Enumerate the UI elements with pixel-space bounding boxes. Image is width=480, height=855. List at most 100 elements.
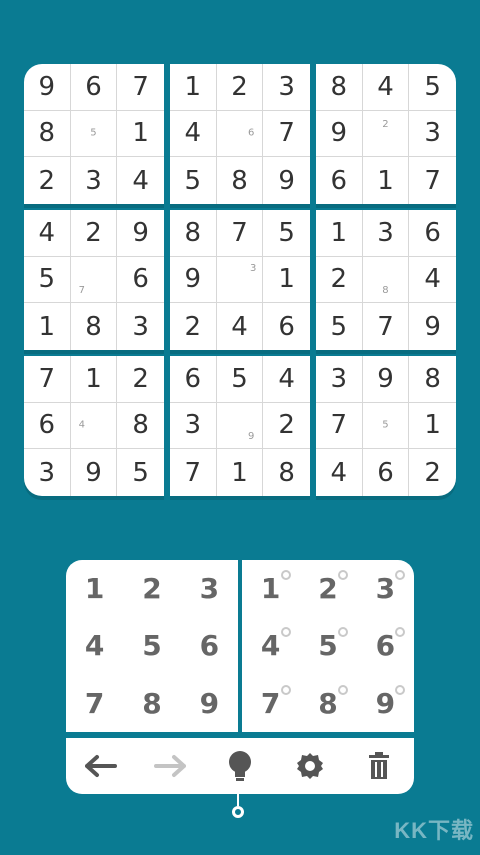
- board-cell[interactable]: 8: [24, 110, 71, 158]
- note-key[interactable]: 7: [242, 675, 299, 732]
- board-cell[interactable]: 1: [24, 303, 71, 350]
- number-key[interactable]: 1: [66, 560, 123, 617]
- number-key[interactable]: 3: [181, 560, 238, 617]
- board-cell[interactable]: 4: [409, 257, 456, 304]
- board-cell[interactable]: 2: [117, 356, 164, 403]
- board-cell[interactable]: 1: [170, 64, 217, 111]
- board-cell[interactable]: 9: [316, 110, 363, 158]
- board-cell[interactable]: 7: [263, 111, 310, 158]
- board-cell[interactable]: 3: [263, 64, 310, 111]
- board-cell[interactable]: 9: [71, 449, 118, 496]
- board-cell[interactable]: 4: [24, 210, 71, 257]
- board-cell[interactable]: 5: [216, 356, 264, 403]
- board-cell[interactable]: 5: [263, 210, 310, 257]
- board-cell[interactable]: 1: [117, 111, 164, 158]
- board-cell[interactable]: 4: [263, 356, 310, 403]
- board-cell[interactable]: 7: [170, 449, 217, 496]
- board-cell[interactable]: 6: [216, 110, 264, 158]
- undo-button[interactable]: [81, 746, 121, 786]
- board-cell[interactable]: 8: [362, 256, 410, 304]
- delete-button[interactable]: [359, 746, 399, 786]
- board-cell[interactable]: 3: [170, 402, 217, 450]
- board-cell[interactable]: 6: [409, 210, 456, 257]
- note-key[interactable]: 2: [299, 560, 356, 617]
- board-cell[interactable]: 9: [24, 64, 71, 111]
- board-cell[interactable]: 5: [316, 303, 363, 350]
- board-cell[interactable]: 8: [217, 157, 264, 204]
- board-cell[interactable]: 9: [362, 356, 410, 403]
- board-cell[interactable]: 4: [362, 64, 410, 111]
- board-cell[interactable]: 7: [117, 64, 164, 111]
- number-key[interactable]: 7: [66, 675, 123, 732]
- board-cell[interactable]: 8: [170, 210, 217, 257]
- board-cell[interactable]: 2: [409, 449, 456, 496]
- board-cell[interactable]: 8: [71, 303, 118, 350]
- board-cell[interactable]: 2: [316, 256, 363, 304]
- board-cell[interactable]: 8: [117, 403, 164, 450]
- number-key[interactable]: 4: [66, 617, 123, 674]
- board-cell[interactable]: 2: [70, 210, 118, 257]
- board-cell[interactable]: 8: [409, 356, 456, 403]
- board-cell[interactable]: 4: [217, 303, 264, 350]
- board-cell[interactable]: 2: [170, 303, 217, 350]
- board-cell[interactable]: 5: [70, 110, 118, 158]
- board-cell[interactable]: 6: [170, 356, 217, 403]
- board-cell[interactable]: 7: [316, 402, 363, 450]
- board-cell[interactable]: 3: [71, 157, 118, 204]
- settings-button[interactable]: [290, 746, 330, 786]
- board-cell[interactable]: 9: [409, 303, 456, 350]
- board-cell[interactable]: 4: [117, 157, 164, 204]
- note-key[interactable]: 3: [357, 560, 414, 617]
- board-cell[interactable]: 6: [263, 303, 310, 350]
- board-cell[interactable]: 1: [316, 210, 363, 257]
- hint-button[interactable]: [220, 746, 260, 786]
- board-cell[interactable]: 4: [170, 110, 217, 158]
- note-key[interactable]: 1: [242, 560, 299, 617]
- board-cell[interactable]: 7: [363, 303, 410, 350]
- note-key[interactable]: 6: [357, 617, 414, 674]
- board-cell[interactable]: 3: [117, 303, 164, 350]
- note-key[interactable]: 8: [299, 675, 356, 732]
- board-cell[interactable]: 1: [263, 257, 310, 304]
- board-cell[interactable]: 1: [363, 157, 410, 204]
- board-cell[interactable]: 1: [70, 356, 118, 403]
- note-key[interactable]: 5: [299, 617, 356, 674]
- board-cell[interactable]: 5: [170, 157, 217, 204]
- board-cell[interactable]: 7: [70, 256, 118, 304]
- number-key[interactable]: 2: [123, 560, 180, 617]
- board-cell[interactable]: 1: [217, 449, 264, 496]
- board-cell[interactable]: 5: [24, 256, 71, 304]
- board-cell[interactable]: 6: [117, 257, 164, 304]
- board-cell[interactable]: 5: [362, 402, 410, 450]
- board-cell[interactable]: 4: [70, 402, 118, 450]
- board-cell[interactable]: 3: [216, 256, 264, 304]
- board-cell[interactable]: 2: [263, 403, 310, 450]
- board-cell[interactable]: 9: [216, 402, 264, 450]
- board-cell[interactable]: 7: [24, 356, 71, 403]
- board-cell[interactable]: 2: [216, 64, 264, 111]
- board-cell[interactable]: 2: [362, 110, 410, 158]
- board-cell[interactable]: 5: [117, 449, 164, 496]
- board-cell[interactable]: 3: [24, 449, 71, 496]
- board-cell[interactable]: 6: [24, 402, 71, 450]
- board-cell[interactable]: 3: [409, 111, 456, 158]
- board-cell[interactable]: 8: [316, 64, 363, 111]
- pager-indicator[interactable]: [232, 806, 244, 818]
- number-key[interactable]: 6: [181, 617, 238, 674]
- board-cell[interactable]: 2: [24, 157, 71, 204]
- redo-button[interactable]: [150, 746, 190, 786]
- number-key[interactable]: 5: [123, 617, 180, 674]
- board-cell[interactable]: 1: [409, 403, 456, 450]
- board-cell[interactable]: 3: [362, 210, 410, 257]
- board-cell[interactable]: 7: [409, 157, 456, 204]
- note-key[interactable]: 4: [242, 617, 299, 674]
- board-cell[interactable]: 6: [316, 157, 363, 204]
- board-cell[interactable]: 3: [316, 356, 363, 403]
- board-cell[interactable]: 6: [363, 449, 410, 496]
- board-cell[interactable]: 9: [170, 256, 217, 304]
- board-cell[interactable]: 5: [409, 64, 456, 111]
- board-cell[interactable]: 6: [70, 64, 118, 111]
- board-cell[interactable]: 8: [263, 449, 310, 496]
- board-cell[interactable]: 9: [263, 157, 310, 204]
- board-cell[interactable]: 7: [216, 210, 264, 257]
